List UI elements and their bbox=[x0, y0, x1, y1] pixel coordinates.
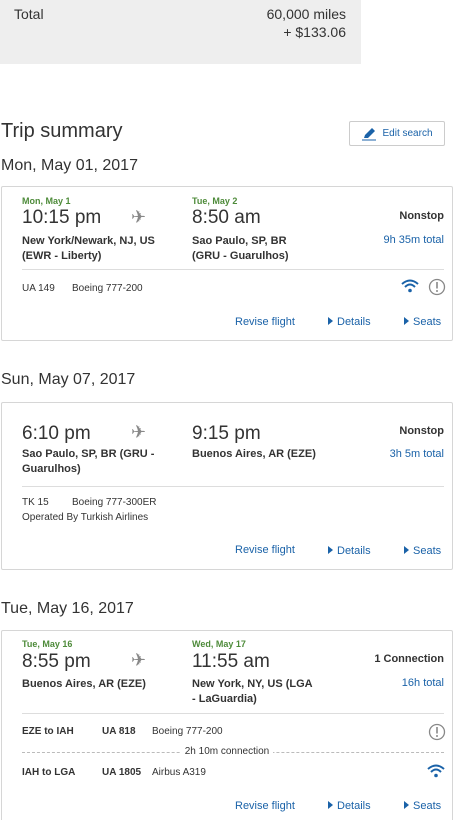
day-title-2: Sun, May 07, 2017 bbox=[1, 371, 136, 388]
segment-route-1: EZE to IAH bbox=[22, 726, 74, 737]
divider bbox=[22, 269, 444, 270]
arrival-airport: - LaGuardia) bbox=[192, 693, 257, 705]
departure-time: 6:10 pm bbox=[22, 423, 91, 444]
seats-label: Seats bbox=[413, 316, 442, 328]
edit-search-button[interactable]: Edit search bbox=[349, 121, 445, 146]
departure-airport: Guarulhos) bbox=[22, 463, 81, 475]
total-label: Total bbox=[14, 6, 44, 22]
wifi-icon bbox=[427, 764, 445, 783]
arrival-city: Sao Paulo, SP, BR bbox=[192, 235, 287, 247]
departure-airport: (EWR - Liberty) bbox=[22, 250, 102, 262]
divider bbox=[22, 486, 444, 487]
details-label: Details bbox=[337, 545, 371, 557]
info-alert-icon[interactable] bbox=[428, 723, 446, 746]
total-box: Total 60,000 miles + $133.06 bbox=[0, 0, 361, 64]
pencil-icon bbox=[361, 127, 377, 141]
departure-city: New York/Newark, NJ, US bbox=[22, 235, 155, 247]
revise-flight-link[interactable]: Revise flight bbox=[235, 316, 295, 328]
trip-summary-title: Trip summary bbox=[1, 120, 123, 142]
duration-label[interactable]: 16h total bbox=[402, 677, 444, 689]
caret-right-icon bbox=[404, 801, 409, 809]
seats-label: Seats bbox=[413, 545, 442, 557]
segment-flight-number-2: UA 1805 bbox=[102, 767, 142, 778]
flight-card-1: Mon, May 1 10:15 pm New York/Newark, NJ,… bbox=[1, 186, 453, 341]
details-link[interactable]: Details bbox=[328, 800, 371, 812]
departure-date: Tue, May 16 bbox=[22, 639, 73, 649]
caret-right-icon bbox=[328, 317, 333, 325]
duration-label[interactable]: 3h 5m total bbox=[390, 448, 444, 460]
connection-time: 2h 10m connection bbox=[2, 746, 452, 757]
caret-right-icon bbox=[328, 546, 333, 554]
aircraft-type: Boeing 777-300ER bbox=[72, 497, 157, 508]
stops-label: Nonstop bbox=[399, 210, 444, 222]
total-miles: 60,000 miles bbox=[266, 6, 346, 22]
flight-number: UA 149 bbox=[22, 283, 55, 294]
operated-by: Operated By Turkish Airlines bbox=[22, 512, 149, 523]
seats-link[interactable]: Seats bbox=[404, 316, 441, 328]
caret-right-icon bbox=[404, 546, 409, 554]
arrival-date: Wed, May 17 bbox=[192, 639, 246, 649]
departure-time: 10:15 pm bbox=[22, 207, 102, 228]
segment-aircraft-1: Boeing 777-200 bbox=[152, 726, 223, 737]
arrival-city: Buenos Aires, AR (EZE) bbox=[192, 448, 316, 460]
info-alert-icon[interactable] bbox=[428, 278, 446, 301]
arrival-date: Tue, May 2 bbox=[192, 196, 238, 206]
edit-search-label: Edit search bbox=[382, 128, 433, 139]
departure-city: Buenos Aires, AR (EZE) bbox=[22, 678, 146, 690]
arrival-time: 11:55 am bbox=[192, 651, 270, 672]
plane-icon: ✈ bbox=[131, 207, 147, 227]
revise-flight-link[interactable]: Revise flight bbox=[235, 544, 295, 556]
caret-right-icon bbox=[404, 317, 409, 325]
departure-city: Sao Paulo, SP, BR (GRU - bbox=[22, 448, 155, 460]
details-label: Details bbox=[337, 800, 371, 812]
flight-number: TK 15 bbox=[22, 497, 49, 508]
details-link[interactable]: Details bbox=[328, 545, 371, 557]
details-link[interactable]: Details bbox=[328, 316, 371, 328]
stops-label: Nonstop bbox=[399, 425, 444, 437]
wifi-icon bbox=[401, 279, 419, 298]
seats-label: Seats bbox=[413, 800, 442, 812]
seats-link[interactable]: Seats bbox=[404, 545, 441, 557]
revise-flight-link[interactable]: Revise flight bbox=[235, 800, 295, 812]
departure-time: 8:55 pm bbox=[22, 651, 91, 672]
segment-flight-number-1: UA 818 bbox=[102, 726, 136, 737]
day-title-3: Tue, May 16, 2017 bbox=[1, 600, 134, 617]
aircraft-type: Boeing 777-200 bbox=[72, 283, 143, 294]
plane-icon: ✈ bbox=[131, 422, 147, 442]
arrival-airport: (GRU - Guarulhos) bbox=[192, 250, 289, 262]
plane-icon: ✈ bbox=[131, 650, 147, 670]
flight-card-2: 6:10 pm Sao Paulo, SP, BR (GRU - Guarulh… bbox=[1, 402, 453, 570]
arrival-time: 8:50 am bbox=[192, 207, 261, 228]
day-title-1: Mon, May 01, 2017 bbox=[1, 157, 138, 174]
seats-link[interactable]: Seats bbox=[404, 800, 441, 812]
duration-label[interactable]: 9h 35m total bbox=[383, 234, 444, 246]
divider bbox=[22, 713, 444, 714]
arrival-time: 9:15 pm bbox=[192, 423, 261, 444]
segment-route-2: IAH to LGA bbox=[22, 767, 76, 778]
flight-card-3: Tue, May 16 8:55 pm Buenos Aires, AR (EZ… bbox=[1, 630, 453, 820]
caret-right-icon bbox=[328, 801, 333, 809]
stops-label: 1 Connection bbox=[374, 653, 444, 665]
details-label: Details bbox=[337, 316, 371, 328]
total-cash: + $133.06 bbox=[283, 24, 346, 40]
arrival-city: New York, NY, US (LGA bbox=[192, 678, 313, 690]
departure-date: Mon, May 1 bbox=[22, 196, 71, 206]
segment-aircraft-2: Airbus A319 bbox=[152, 767, 206, 778]
